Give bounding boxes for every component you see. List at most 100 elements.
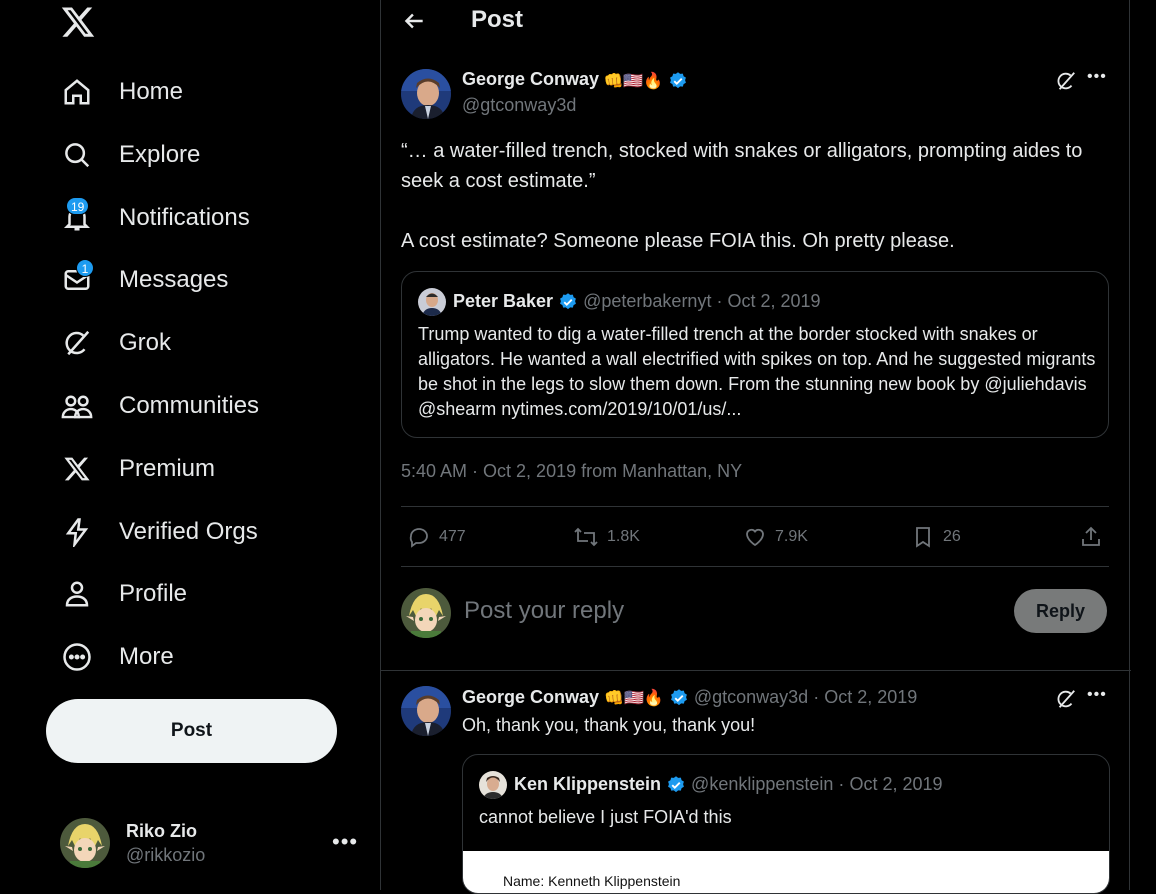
author-handle[interactable]: @gtconway3d: [462, 95, 576, 116]
repost-count: 1.8K: [607, 528, 640, 545]
quote-text: Trump wanted to dig a water-filled trenc…: [418, 324, 1096, 419]
grok-icon: [60, 326, 94, 360]
nav-verified-orgs[interactable]: Verified Orgs: [60, 507, 258, 557]
quote-header: Ken Klippenstein @kenklippenstein · Oct …: [514, 774, 943, 794]
grok-icon[interactable]: [1055, 688, 1077, 710]
page-header: Post: [381, 0, 1131, 42]
verified-badge-icon: [560, 293, 577, 310]
quote-header: Peter Baker @peterbakernyt · Oct 2, 2019: [453, 291, 821, 311]
nav-premium[interactable]: Premium: [60, 444, 215, 494]
nav-profile[interactable]: Profile: [60, 569, 187, 619]
share-button[interactable]: [1079, 525, 1103, 549]
more-dots-icon: •••: [332, 829, 359, 854]
x-logo-icon[interactable]: [60, 4, 96, 40]
reply-count: 477: [439, 528, 466, 545]
nav-label: Communities: [119, 392, 260, 419]
author-name[interactable]: George Conway: [462, 687, 599, 707]
tweet-text-paragraph-1: “… a water-filled trench, stocked with s…: [401, 140, 1083, 192]
search-icon: [60, 138, 94, 172]
nav-notifications[interactable]: 19 Notifications: [60, 193, 250, 243]
bookmark-icon: [916, 527, 930, 548]
heart-icon: [746, 528, 764, 547]
nav-more[interactable]: More: [60, 632, 174, 682]
avatar: [60, 818, 110, 868]
my-avatar: [401, 588, 451, 638]
nav-home[interactable]: Home: [60, 67, 183, 117]
account-handle: @rikkozio: [126, 844, 206, 865]
divider: [381, 670, 1131, 671]
lightning-icon: [60, 515, 94, 549]
quote-image-text: Name: Kenneth Klippenstein: [503, 873, 681, 889]
reply-input[interactable]: Post your reply: [464, 597, 624, 625]
nav-explore[interactable]: Explore: [60, 130, 200, 180]
author-emojis: 👊🇺🇸🔥: [603, 72, 664, 90]
author-avatar[interactable]: [401, 69, 451, 119]
quote-date: Oct 2, 2019: [727, 291, 821, 311]
tweet-timestamp[interactable]: 5:40 AM · Oct 2, 2019 from Manhattan, NY: [401, 461, 742, 482]
home-icon: [60, 75, 94, 109]
like-count: 7.9K: [775, 528, 808, 545]
nav-label: More: [119, 643, 174, 670]
reply-metric[interactable]: 477: [407, 525, 466, 549]
more-options-icon[interactable]: •••: [1087, 686, 1107, 704]
verified-badge-icon: [670, 689, 687, 706]
reply-icon: [409, 528, 428, 548]
reply-button[interactable]: Reply: [1014, 589, 1107, 633]
bell-icon: 19: [60, 197, 94, 235]
author-name[interactable]: George Conway: [462, 69, 599, 89]
nav-label: Premium: [119, 455, 216, 482]
bookmark-metric[interactable]: 26: [911, 525, 961, 549]
account-switcher[interactable]: Riko Zio @rikkozio •••: [60, 815, 360, 871]
quote-avatar: [418, 288, 446, 316]
message-badge: 1: [76, 259, 94, 277]
nav-label: Grok: [119, 329, 172, 356]
main-column: Post George Conway 👊🇺🇸🔥 @gtconway3d ••• …: [380, 0, 1131, 894]
quote-author-name: Ken Klippenstein: [514, 774, 662, 794]
nav-messages[interactable]: 1 Messages: [60, 255, 228, 305]
quote-date: Oct 2, 2019: [849, 774, 943, 794]
nav-label: Home: [119, 78, 184, 105]
more-options-icon[interactable]: •••: [1087, 68, 1107, 86]
nav-label: Profile: [119, 580, 188, 607]
author-avatar[interactable]: [401, 686, 451, 736]
quote-text: cannot believe I just FOIA'd this: [479, 807, 732, 827]
tweet-text-paragraph-2: A cost estimate? Someone please FOIA thi…: [401, 230, 955, 252]
nav-label: Verified Orgs: [119, 518, 258, 545]
repost-icon: [574, 527, 598, 547]
communities-icon: [60, 389, 94, 423]
person-icon: [60, 577, 94, 611]
quote-handle: @kenklippenstein: [691, 774, 834, 794]
tweet-author-line: George Conway 👊🇺🇸🔥: [462, 69, 688, 91]
back-arrow-icon[interactable]: [401, 8, 427, 34]
author-handle[interactable]: @gtconway3d: [694, 687, 808, 707]
quote-handle: @peterbakernyt: [583, 291, 712, 311]
reply-date[interactable]: Oct 2, 2019: [824, 687, 917, 707]
quoted-tweet[interactable]: Peter Baker @peterbakernyt · Oct 2, 2019…: [401, 271, 1109, 438]
reply-text: Oh, thank you, thank you, thank you!: [462, 715, 756, 735]
mail-icon: 1: [60, 259, 94, 297]
more-circle-icon: [60, 640, 94, 674]
x-icon: [60, 452, 94, 486]
nav-communities[interactable]: Communities: [60, 381, 259, 431]
nav-label: Messages: [119, 266, 229, 293]
left-sidebar: Home Explore 19 Notifications 1 Messages…: [0, 0, 381, 890]
repost-metric[interactable]: 1.8K: [573, 525, 640, 549]
nav-grok[interactable]: Grok: [60, 318, 171, 368]
verified-badge-icon: [669, 72, 686, 88]
author-emojis: 👊🇺🇸🔥: [604, 690, 664, 708]
like-metric[interactable]: 7.9K: [743, 525, 808, 549]
quote-author-name: Peter Baker: [453, 291, 554, 311]
page-title: Post: [471, 6, 524, 33]
grok-icon[interactable]: [1055, 70, 1077, 92]
account-name: Riko Zio: [126, 820, 197, 841]
nav-label: Notifications: [119, 204, 250, 231]
share-icon: [1082, 526, 1100, 546]
reply-quoted-tweet[interactable]: Ken Klippenstein @kenklippenstein · Oct …: [462, 754, 1110, 894]
bookmark-count: 26: [943, 528, 961, 545]
engagement-bar: 477 1.8K 7.9K 26: [401, 506, 1109, 567]
verified-badge-icon: [668, 776, 684, 793]
post-button[interactable]: Post: [46, 699, 337, 763]
reply-author-line: George Conway 👊🇺🇸🔥 @gtconway3d · Oct 2, …: [462, 687, 918, 708]
quote-image[interactable]: Name: Kenneth Klippenstein: [463, 851, 1109, 893]
quote-avatar: [479, 771, 507, 799]
